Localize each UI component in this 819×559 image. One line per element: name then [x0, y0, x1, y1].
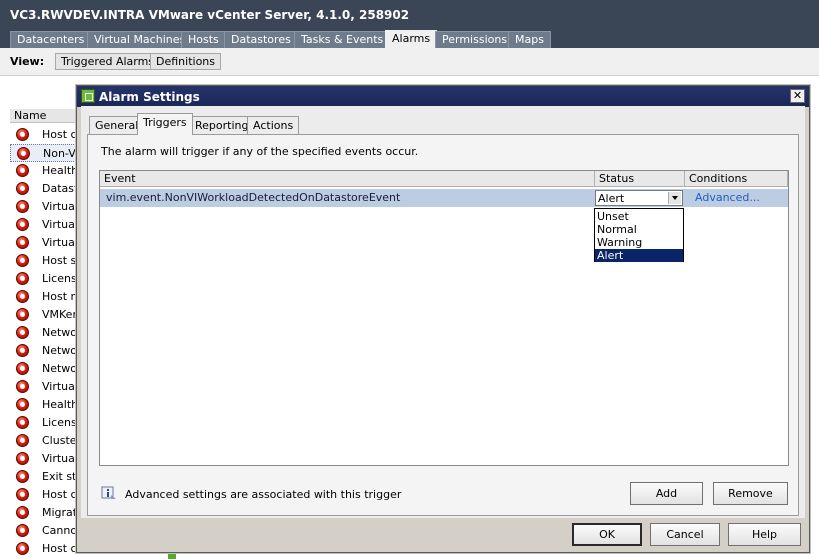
remove-button[interactable]: Remove	[713, 482, 788, 505]
trigger-info-text: The alarm will trigger if any of the spe…	[101, 145, 419, 158]
alarm-icon	[16, 182, 29, 195]
alarm-icon	[16, 290, 29, 303]
tab-reporting[interactable]: Reporting	[189, 116, 255, 134]
cancel-button[interactable]: Cancel	[650, 523, 720, 546]
event-cell: vim.event.NonVIWorkloadDetectedOnDatasto…	[106, 191, 401, 204]
alarm-icon	[16, 506, 29, 519]
list-item[interactable]: Exit sta	[10, 468, 82, 486]
view-bar: View: Triggered Alarms Definitions	[0, 48, 819, 76]
alarm-icon	[16, 308, 29, 321]
alarm-icon	[16, 470, 29, 483]
advanced-link[interactable]: Advanced...	[695, 191, 760, 204]
alarm-icon	[16, 416, 29, 429]
grid-header-conditions[interactable]: Conditions	[685, 171, 788, 187]
list-item[interactable]: Netwo	[10, 342, 80, 360]
alarm-icon	[16, 218, 29, 231]
grid-header-event[interactable]: Event	[100, 171, 595, 187]
list-item[interactable]: Virtual	[10, 216, 80, 234]
table-row[interactable]: vim.event.NonVIWorkloadDetectedOnDatasto…	[100, 189, 788, 207]
list-item[interactable]: Virtual	[10, 234, 80, 252]
ok-button[interactable]: OK	[572, 523, 642, 546]
tab-datastores[interactable]: Datastores	[224, 31, 298, 48]
tab-permissions[interactable]: Permissions	[435, 31, 515, 48]
chevron-down-icon[interactable]	[668, 192, 681, 204]
alarm-list-header-name[interactable]: Name	[10, 109, 85, 123]
info-icon	[101, 486, 116, 499]
list-item[interactable]: VMKern	[10, 306, 82, 324]
status-select-value: Alert	[598, 192, 625, 205]
list-item[interactable]: License	[10, 270, 82, 288]
close-icon[interactable]: ✕	[790, 89, 805, 103]
list-item[interactable]: Virtual	[10, 198, 80, 216]
window-title: VC3.RWVDEV.INTRA VMware vCenter Server, …	[0, 0, 819, 30]
list-item[interactable]: Host co	[10, 540, 82, 558]
dialog-title-bar[interactable]: Alarm Settings ✕	[77, 86, 809, 107]
tab-virtual-machines[interactable]: Virtual Machines	[87, 31, 193, 48]
alarm-icon	[16, 542, 29, 555]
list-item[interactable]: Migrati	[10, 504, 80, 522]
list-item[interactable]: Health	[10, 162, 80, 180]
alarm-icon	[16, 254, 29, 267]
list-item[interactable]: Host m	[10, 288, 81, 306]
alarm-icon	[16, 326, 29, 339]
alarm-icon	[16, 200, 29, 213]
alarm-icon	[16, 452, 29, 465]
help-button[interactable]: Help	[728, 523, 801, 546]
add-button[interactable]: Add	[630, 482, 703, 505]
alarm-icon	[16, 398, 29, 411]
list-item[interactable]: Host cp	[10, 486, 82, 504]
definitions-button[interactable]: Definitions	[150, 53, 221, 70]
list-item[interactable]: Health	[10, 396, 80, 414]
main-tabstrip: Datacenters Virtual Machines Hosts Datas…	[0, 30, 819, 48]
tab-actions[interactable]: Actions	[247, 116, 300, 134]
alarm-icon	[16, 236, 29, 249]
trigger-grid: Event Status Conditions vim.event.NonVIW…	[99, 170, 789, 466]
view-label: View:	[10, 55, 45, 68]
status-option-normal[interactable]: Normal	[595, 223, 683, 236]
alarm-icon	[17, 147, 30, 160]
list-item[interactable]: Cluster	[10, 432, 81, 450]
grid-header-status[interactable]: Status	[595, 171, 685, 187]
alarm-icon	[16, 434, 29, 447]
status-option-unset[interactable]: Unset	[595, 210, 683, 223]
status-option-alert[interactable]: Alert	[595, 249, 683, 262]
alarm-icon	[16, 362, 29, 375]
list-item[interactable]: Netwo	[10, 360, 80, 378]
tab-triggers[interactable]: Triggers	[137, 113, 193, 135]
advanced-settings-note: Advanced settings are associated with th…	[125, 488, 402, 501]
list-item[interactable]: Virtual	[10, 378, 80, 396]
list-item[interactable]: License	[10, 414, 82, 432]
tab-hosts[interactable]: Hosts	[181, 31, 226, 48]
list-item[interactable]: Virtual	[10, 450, 80, 468]
alarm-settings-icon	[81, 89, 95, 103]
list-item[interactable]: Netwo	[10, 324, 80, 342]
alarm-icon	[16, 524, 29, 537]
list-item[interactable]: Host co	[10, 126, 82, 144]
tab-tasks-events[interactable]: Tasks & Events	[294, 31, 391, 48]
alarm-icon	[16, 128, 29, 141]
tab-alarms[interactable]: Alarms	[385, 30, 438, 48]
status-select[interactable]: Alert	[595, 190, 683, 206]
status-option-warning[interactable]: Warning	[595, 236, 683, 249]
list-item[interactable]: Non-VI	[10, 144, 80, 162]
list-item[interactable]: Cannot	[10, 522, 81, 540]
status-dropdown-list: Unset Normal Warning Alert	[594, 208, 684, 262]
alarm-icon	[16, 488, 29, 501]
tab-datacenters[interactable]: Datacenters	[10, 31, 92, 48]
list-item[interactable]: Datast	[10, 180, 80, 198]
alarm-icon	[16, 164, 29, 177]
list-item[interactable]: Host se	[10, 252, 82, 270]
dialog-title: Alarm Settings	[99, 90, 200, 104]
alarm-icon	[16, 380, 29, 393]
alarm-icon	[16, 272, 29, 285]
tab-maps[interactable]: Maps	[508, 31, 551, 48]
triggered-alarms-button[interactable]: Triggered Alarms	[55, 53, 161, 70]
alarm-icon	[16, 344, 29, 357]
